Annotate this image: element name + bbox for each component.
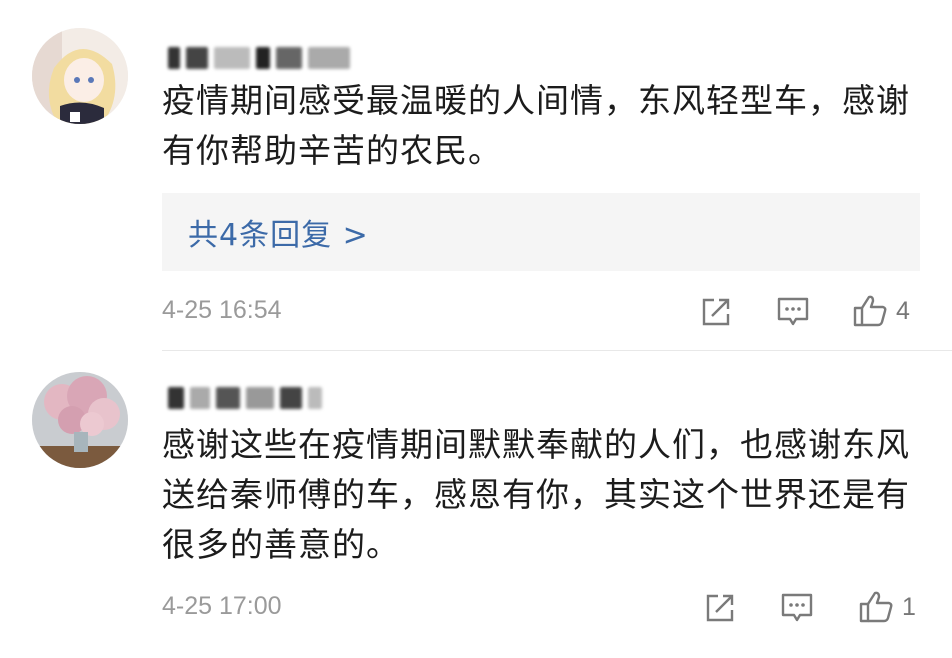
thumbs-up-icon (853, 295, 887, 327)
comment-icon (781, 593, 813, 622)
like-count: 4 (896, 296, 910, 325)
avatar[interactable] (32, 28, 128, 124)
comment-time: 4-25 16:54 (162, 296, 282, 324)
anime-girl-avatar-icon (32, 28, 128, 124)
share-button[interactable] (700, 296, 732, 328)
like-count: 1 (902, 592, 916, 621)
thumbs-up-icon (859, 591, 893, 623)
comment-button[interactable] (776, 296, 810, 328)
comment-icon (777, 297, 809, 326)
username-blurred (168, 382, 322, 414)
share-button[interactable] (704, 592, 736, 624)
flower-vase-avatar-icon (32, 372, 128, 468)
share-icon (702, 298, 730, 326)
like-button[interactable]: 4 (852, 294, 910, 328)
comment-time: 4-25 17:00 (162, 592, 282, 620)
username-blurred (168, 42, 350, 74)
share-icon (706, 594, 734, 622)
comment-button[interactable] (780, 592, 814, 624)
comment-text: 感谢这些在疫情期间默默奉献的人们，也感谢东风送给秦师傅的车，感恩有你，其实这个世… (162, 425, 910, 564)
like-button[interactable]: 1 (858, 590, 916, 624)
divider (162, 350, 952, 351)
view-replies-link[interactable]: 共4条回复 > (188, 210, 369, 254)
comment-text: 疫情期间感受最温暖的人间情，东风轻型车，感谢有你帮助辛苦的农民。 (162, 81, 910, 170)
reply-box: 共4条回复 > (162, 193, 920, 271)
avatar[interactable] (32, 372, 128, 468)
